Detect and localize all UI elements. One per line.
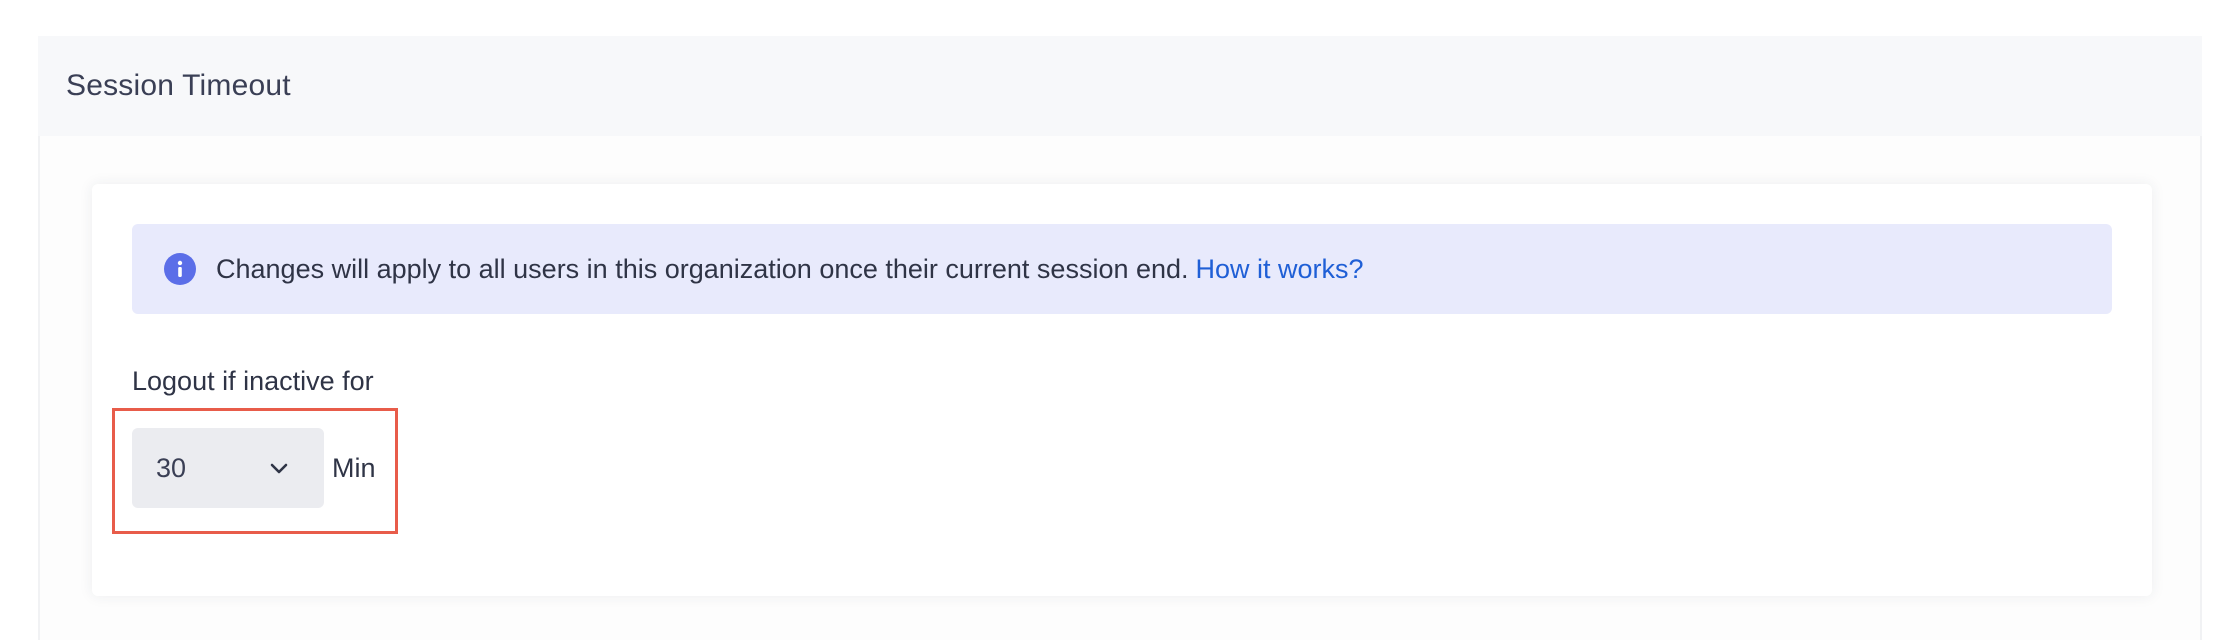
section-body: Changes will apply to all users in this … <box>38 136 2202 640</box>
logout-inactive-label: Logout if inactive for <box>132 366 374 396</box>
section-title: Session Timeout <box>66 69 291 102</box>
info-banner-message: Changes will apply to all users in this … <box>216 253 1189 284</box>
info-icon <box>164 253 196 285</box>
how-it-works-link[interactable]: How it works? <box>1196 254 1364 284</box>
section-header: Session Timeout <box>38 36 2202 136</box>
settings-card: Changes will apply to all users in this … <box>92 184 2152 596</box>
info-banner-text: Changes will apply to all users in this … <box>216 254 1364 285</box>
info-banner: Changes will apply to all users in this … <box>132 224 2112 314</box>
timeout-unit-label: Min <box>332 453 376 483</box>
chevron-down-icon <box>268 457 290 479</box>
timeout-select[interactable]: 30 <box>132 428 324 508</box>
timeout-select-value: 30 <box>156 452 187 483</box>
session-timeout-page: Session Timeout Changes will apply to al… <box>0 0 2236 640</box>
